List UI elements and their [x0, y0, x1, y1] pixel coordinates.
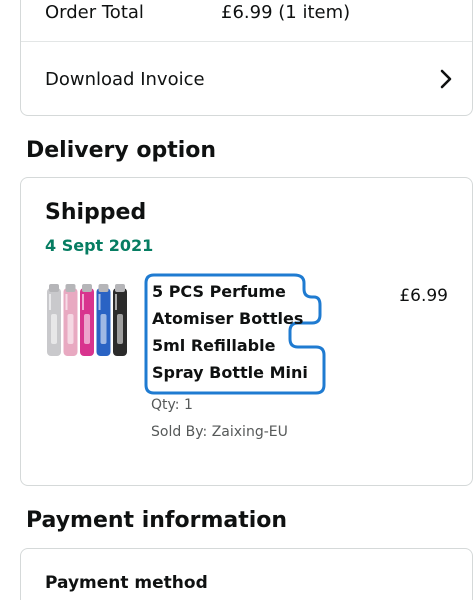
- product-image[interactable]: [45, 282, 131, 362]
- product-title-line: 5 PCS Perfume: [152, 282, 286, 301]
- product-quantity: Qty: 1: [151, 397, 193, 413]
- shipment-status: Shipped: [45, 200, 147, 225]
- payment-card: Payment method: [20, 548, 473, 600]
- payment-method-label: Payment method: [45, 573, 208, 593]
- order-summary-card: Order Total £6.99 (1 item) Download Invoi…: [20, 0, 473, 116]
- bottle-window: [117, 314, 123, 344]
- product-title-line: Atomiser Bottles: [152, 309, 304, 328]
- payment-information-heading: Payment information: [26, 508, 288, 533]
- bottle-shine: [82, 294, 84, 310]
- bottle-cap: [49, 284, 59, 292]
- bottle-window: [100, 314, 107, 344]
- delivery-option-heading: Delivery option: [26, 138, 217, 163]
- order-total-value: £6.99 (1 item): [221, 2, 351, 23]
- product-title-line: Spray Bottle Mini: [152, 363, 308, 382]
- bottle-cap: [82, 284, 92, 292]
- delivery-card: Shipped 4 Sept 2021 5 PCS Perfume Atomis…: [20, 177, 473, 486]
- product-seller: Sold By: Zaixing-EU: [151, 424, 288, 440]
- product-title-line: 5ml Refillable: [152, 336, 276, 355]
- bottle-window: [84, 314, 90, 344]
- download-invoice-button[interactable]: Download Invoice: [21, 42, 472, 116]
- download-invoice-label: Download Invoice: [45, 68, 205, 90]
- product-title: 5 PCS Perfume Atomiser Bottles 5ml Refil…: [152, 278, 332, 386]
- order-total-row: Order Total £6.99 (1 item): [45, 2, 350, 23]
- chevron-right-icon: [440, 69, 452, 89]
- bottle-shine: [49, 294, 51, 310]
- bottle-window: [67, 314, 74, 344]
- delivery-date: 4 Sept 2021: [45, 236, 154, 255]
- product-title-link[interactable]: 5 PCS Perfume Atomiser Bottles 5ml Refil…: [144, 273, 326, 397]
- product-price: £6.99: [399, 286, 448, 306]
- bottle-shine: [65, 294, 68, 310]
- bottle-shine: [115, 294, 117, 310]
- bottle-cap: [115, 284, 125, 292]
- bottle-cap: [65, 284, 76, 292]
- bottle-shine: [98, 294, 101, 310]
- order-total-label: Order Total: [45, 2, 144, 23]
- bottle-cap: [98, 284, 109, 292]
- bottle-window: [51, 314, 57, 344]
